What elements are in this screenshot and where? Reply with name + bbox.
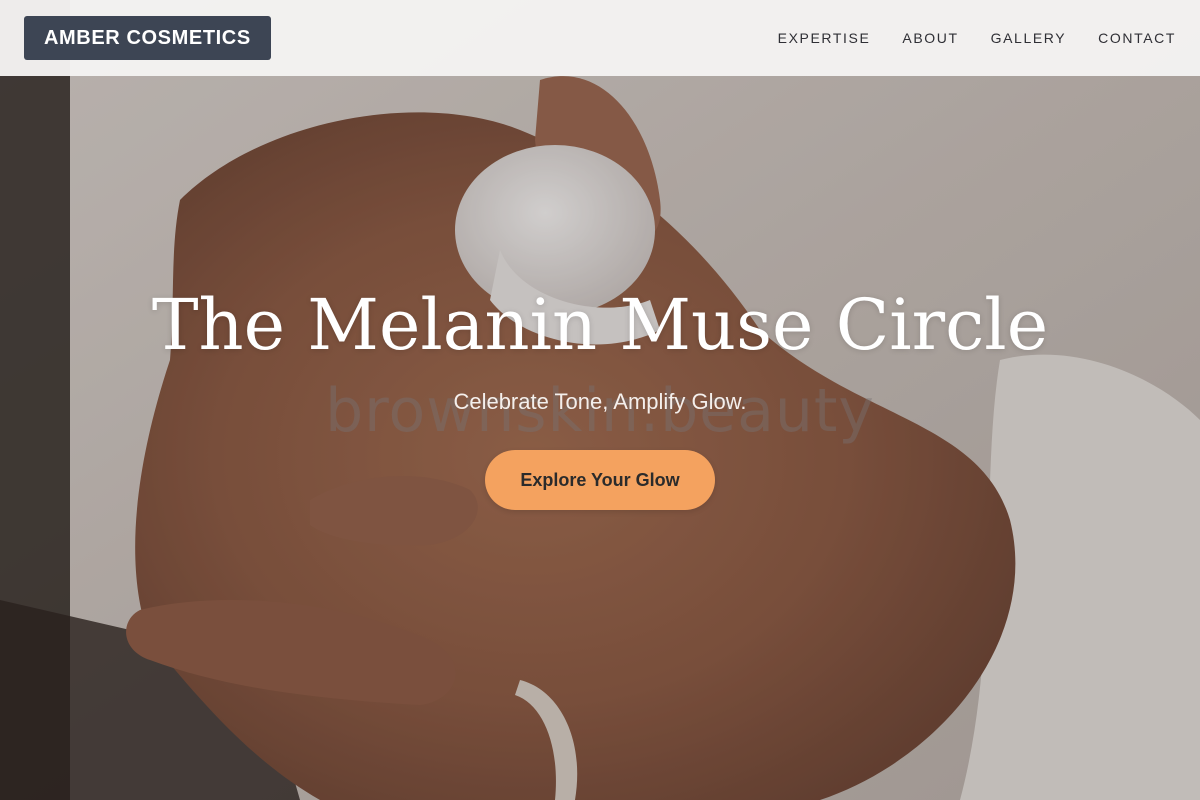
logo-link[interactable]: AMBER COSMETICS bbox=[24, 16, 271, 60]
hero-title: The Melanin Muse Circle bbox=[151, 284, 1049, 366]
site-header: AMBER COSMETICS EXPERTISE ABOUT GALLERY … bbox=[0, 0, 1200, 76]
logo-text: AMBER COSMETICS bbox=[44, 26, 251, 49]
nav-about[interactable]: ABOUT bbox=[902, 30, 958, 46]
main-nav: EXPERTISE ABOUT GALLERY CONTACT bbox=[778, 0, 1176, 76]
nav-gallery[interactable]: GALLERY bbox=[991, 30, 1067, 46]
nav-expertise[interactable]: EXPERTISE bbox=[778, 30, 871, 46]
explore-glow-button[interactable]: Explore Your Glow bbox=[485, 450, 715, 510]
nav-contact[interactable]: CONTACT bbox=[1098, 30, 1176, 46]
hero-subtitle: Celebrate Tone, Amplify Glow. bbox=[453, 389, 747, 414]
